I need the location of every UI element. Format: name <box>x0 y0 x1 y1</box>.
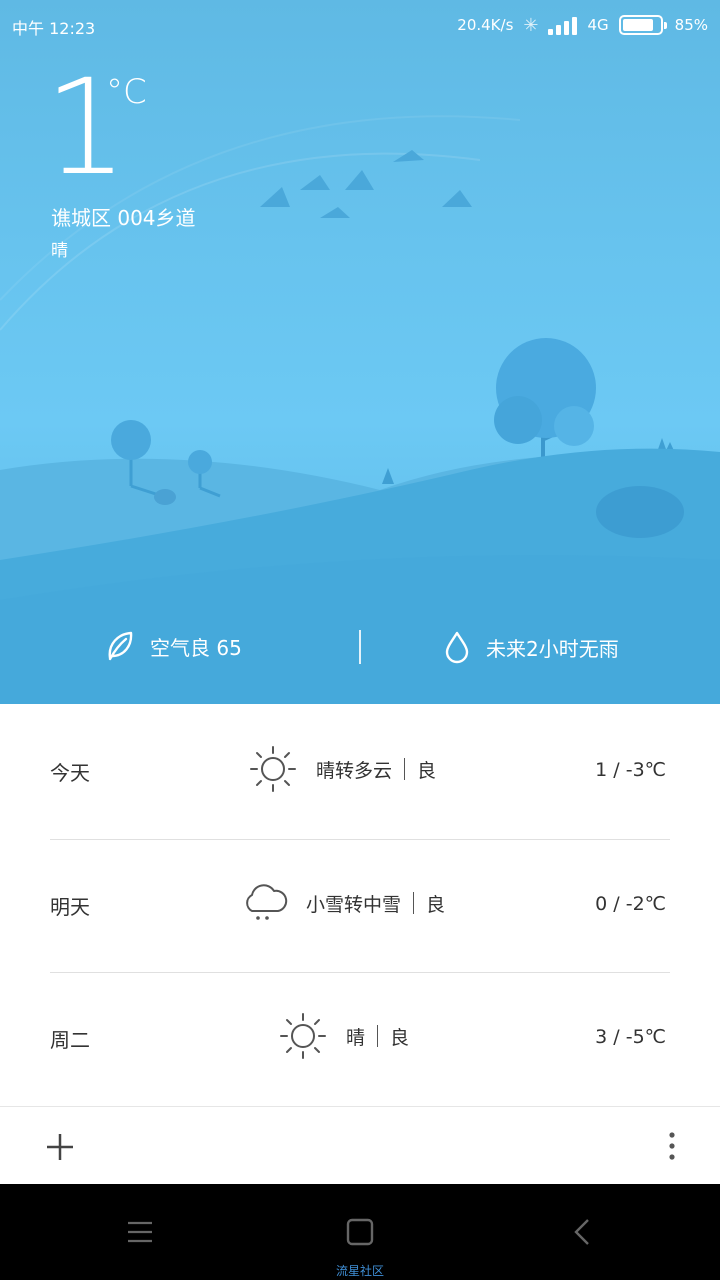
forecast-temp: 0 / -2℃ <box>595 893 666 915</box>
menu-icon[interactable] <box>120 1212 160 1252</box>
system-nav-bar: 流星社区 <box>0 1184 720 1280</box>
watermark-text: 流星社区 <box>335 1264 384 1278</box>
forecast-condition-text: 小雪转中雪 <box>306 893 402 916</box>
separator <box>377 1025 379 1047</box>
forecast-temp: 3 / -5℃ <box>595 1026 666 1048</box>
forecast-condition: 晴 良 <box>278 1011 409 1061</box>
forecast-day: 今天 <box>50 761 90 785</box>
status-time: 中午 12:23 <box>12 19 96 38</box>
bottom-toolbar <box>0 1106 720 1184</box>
rain-forecast-label: 未来2小时无雨 <box>486 636 619 661</box>
status-indicators: 20.4K/s ✳ 4G 85% <box>457 13 708 37</box>
status-bar: 中午 12:23 20.4K/s ✳ 4G 85% <box>0 0 720 50</box>
battery-icon <box>618 15 667 35</box>
forecast-condition-text: 晴转多云 <box>316 759 393 782</box>
forecast-aqi: 良 <box>417 759 437 782</box>
temperature-unit: °C <box>106 72 147 112</box>
forecast-list: 今天 晴转多云 良 1 / -3℃ 明天 小雪转中雪 良 0 / -2℃ 周二 … <box>0 704 720 1106</box>
forecast-condition-text: 晴 <box>346 1026 366 1049</box>
rain-forecast[interactable]: 未来2小时无雨 <box>444 630 619 664</box>
add-city-button[interactable] <box>42 1129 78 1165</box>
forecast-temp: 1 / -3℃ <box>595 759 666 781</box>
weather-hero: 中午 12:23 20.4K/s ✳ 4G 85% 1 °C 谯城区 004乡道… <box>0 0 720 704</box>
forecast-condition: 小雪转中雪 良 <box>240 878 445 928</box>
network-speed: 20.4K/s <box>457 16 514 34</box>
forecast-day: 明天 <box>50 895 90 919</box>
snow-cloud-icon <box>246 884 288 920</box>
leaf-icon <box>108 631 133 661</box>
forecast-row[interactable]: 明天 小雪转中雪 良 0 / -2℃ <box>50 838 670 971</box>
home-icon[interactable] <box>340 1212 380 1252</box>
separator <box>413 892 415 914</box>
info-divider <box>359 630 361 664</box>
forecast-aqi: 良 <box>390 1026 410 1049</box>
battery-percent: 85% <box>674 16 708 34</box>
separator <box>404 758 406 780</box>
weather-info-row: 空气良 65 未来2小时无雨 <box>0 620 720 676</box>
forecast-day: 周二 <box>50 1028 90 1052</box>
air-quality[interactable]: 空气良 65 <box>106 630 242 662</box>
forecast-condition: 晴转多云 良 <box>248 744 436 794</box>
network-type: 4G <box>587 16 609 34</box>
forecast-row[interactable]: 周二 晴 良 3 / -5℃ <box>50 971 670 1104</box>
back-icon[interactable] <box>562 1212 602 1252</box>
current-condition: 晴 <box>51 241 68 261</box>
loading-spinner-icon: ✳ <box>523 14 539 36</box>
signal-strength-icon <box>548 15 578 35</box>
location-name[interactable]: 谯城区 004乡道 <box>51 202 196 231</box>
forecast-aqi: 良 <box>426 893 446 916</box>
more-menu-icon[interactable] <box>660 1129 684 1165</box>
water-drop-icon <box>445 631 469 664</box>
forecast-row[interactable]: 今天 晴转多云 良 1 / -3℃ <box>50 704 670 837</box>
air-quality-label: 空气良 65 <box>150 635 242 660</box>
birds-decoration <box>260 150 472 218</box>
sun-icon <box>250 746 296 792</box>
sun-icon <box>280 1013 326 1059</box>
